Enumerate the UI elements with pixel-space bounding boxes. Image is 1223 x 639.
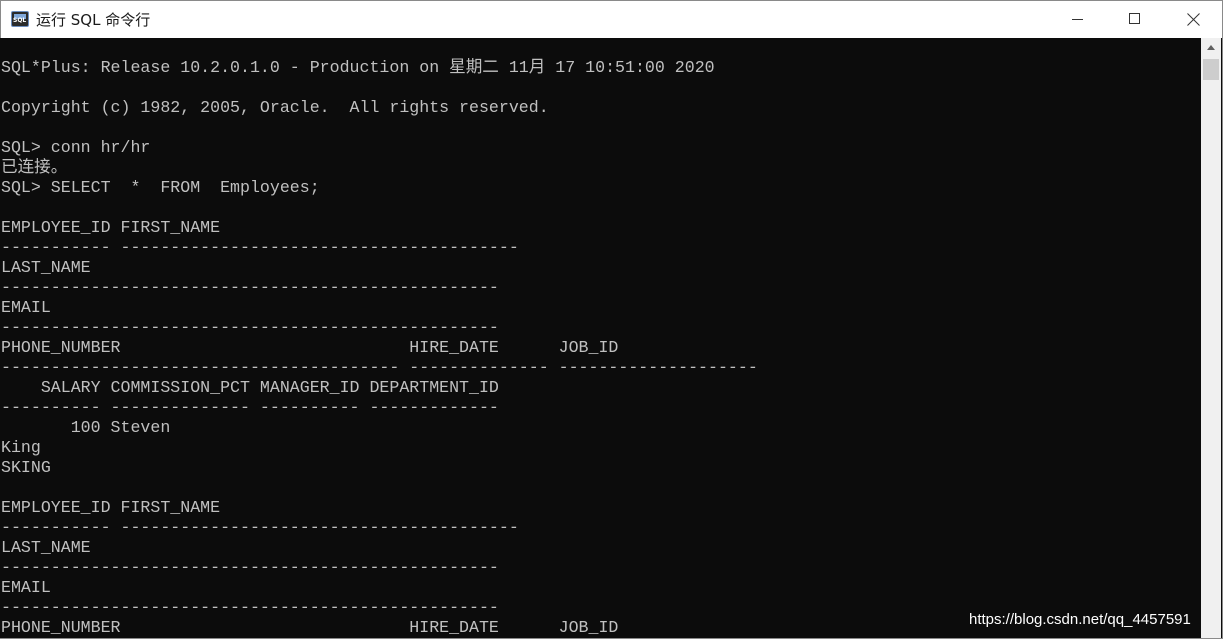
console-text: SQL*Plus: Release 10.2.0.1.0 - Productio… xyxy=(1,58,758,637)
scrollbar-thumb[interactable] xyxy=(1203,59,1219,80)
close-icon xyxy=(1187,13,1200,26)
maximize-icon xyxy=(1129,13,1140,24)
console-output-area[interactable]: SQL*Plus: Release 10.2.0.1.0 - Productio… xyxy=(0,38,1201,638)
minimize-icon xyxy=(1072,19,1083,20)
minimize-button[interactable] xyxy=(1048,1,1106,38)
sqlplus-app-icon[interactable] xyxy=(11,11,29,27)
vertical-scrollbar[interactable] xyxy=(1201,38,1221,638)
title-bar[interactable]: 运行 SQL 命令行 xyxy=(1,1,1222,38)
scroll-up-arrow-icon[interactable] xyxy=(1201,38,1221,56)
close-button[interactable] xyxy=(1164,1,1222,38)
maximize-button[interactable] xyxy=(1106,1,1164,38)
watermark-text: https://blog.csdn.net/qq_4457591 xyxy=(969,611,1191,628)
window-title: 运行 SQL 命令行 xyxy=(36,11,151,29)
